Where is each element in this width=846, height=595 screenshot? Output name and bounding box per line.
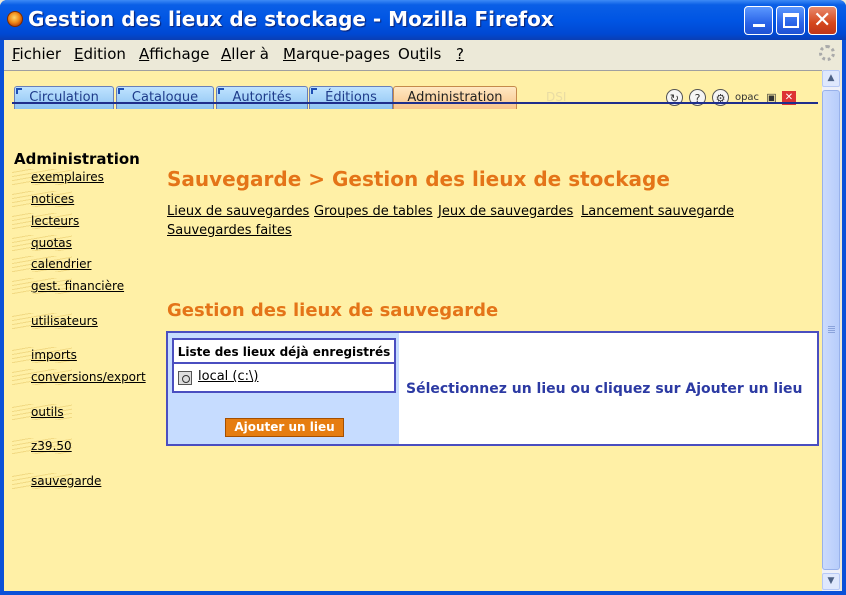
title-bar[interactable]: Gestion des lieux de stockage - Mozilla … (0, 0, 846, 40)
sidebar-item-utilisateurs[interactable]: utilisateurs (31, 314, 98, 328)
scroll-up-button[interactable]: ▲ (822, 70, 840, 87)
add-location-button[interactable]: Ajouter un lieu (225, 418, 344, 437)
browser-window: Gestion des lieux de stockage - Mozilla … (0, 0, 846, 595)
menu-label: Ou (398, 45, 420, 63)
link-lancement-sauvegarde[interactable]: Lancement sauvegarde (581, 204, 734, 219)
sidebar-item-notices[interactable]: notices (31, 192, 74, 206)
menu-label: dition (83, 45, 126, 63)
sidebar-item-sauvegarde[interactable]: sauvegarde (31, 474, 101, 488)
grip-icon (828, 326, 835, 334)
menu-aller-a[interactable]: Aller à (221, 45, 269, 63)
tab-autorites[interactable]: Autorités (216, 86, 308, 109)
window-title: Gestion des lieux de stockage - Mozilla … (28, 7, 554, 31)
scroll-down-button[interactable]: ▼ (822, 573, 840, 590)
menu-bar: Fichier Edition Affichage Aller à Marque… (4, 40, 842, 68)
instruction-message: Sélectionnez un lieu ou cliquez sur Ajou… (406, 381, 803, 397)
menu-outils[interactable]: Outils (398, 45, 441, 63)
locations-list: Liste des lieux déjà enregistrés local (… (172, 338, 396, 393)
menu-label: ils (425, 45, 442, 63)
page-title: Sauvegarde > Gestion des lieux de stocka… (167, 167, 670, 191)
menu-accelerator: ? (456, 45, 464, 63)
maximize-button[interactable] (776, 6, 805, 35)
browser-client: Fichier Edition Affichage Aller à Marque… (4, 40, 842, 591)
link-jeux-de-sauvegardes[interactable]: Jeux de sauvegardes (438, 204, 573, 219)
sidebar-item-quotas[interactable]: quotas (31, 236, 72, 250)
menu-label: ichier (19, 45, 62, 63)
locations-panel: Liste des lieux déjà enregistrés local (… (166, 331, 819, 446)
link-sauvegardes-faites[interactable]: Sauvegardes faites (167, 223, 292, 238)
minimize-button[interactable] (744, 6, 773, 35)
minimize-icon (753, 24, 765, 27)
tab-corner (16, 88, 22, 94)
list-header: Liste des lieux déjà enregistrés (174, 340, 394, 364)
sidebar-item-gest-financiere[interactable]: gest. financière (31, 279, 124, 293)
menu-accelerator: F (12, 45, 20, 63)
sidebar-title: Administration (14, 150, 140, 168)
tabs-divider (12, 102, 818, 104)
tab-editions[interactable]: Éditions (309, 86, 393, 109)
menu-label: ffichage (149, 45, 210, 63)
menu-affichage[interactable]: Affichage (139, 45, 209, 63)
tab-corner (218, 88, 224, 94)
sidebar-item-z3950[interactable]: z39.50 (31, 439, 72, 453)
menu-edition[interactable]: Edition (74, 45, 126, 63)
drive-icon (178, 371, 192, 385)
sidebar-item-conversions-export[interactable]: conversions/export (31, 370, 146, 384)
sidebar-item-calendrier[interactable]: calendrier (31, 257, 91, 271)
section-title: Gestion des lieux de sauvegarde (167, 300, 499, 321)
tab-corner (311, 88, 317, 94)
tab-circulation[interactable]: Circulation (14, 86, 114, 109)
link-groupes-de-tables[interactable]: Groupes de tables (314, 204, 433, 219)
page-content: Circulation Catalogue Autorités Éditions… (4, 70, 822, 591)
locations-list-pane: Liste des lieux déjà enregistrés local (… (168, 333, 399, 444)
menu-fichier[interactable]: Fichier (12, 45, 61, 63)
menu-label: ller à (231, 45, 269, 63)
menu-help[interactable]: ? (456, 45, 464, 63)
close-icon: ✕ (813, 8, 832, 33)
sidebar-item-exemplaires[interactable]: exemplaires (31, 170, 104, 184)
maximize-icon (783, 13, 799, 28)
sidebar-item-outils[interactable]: outils (31, 405, 64, 419)
link-lieux-de-sauvegardes[interactable]: Lieux de sauvegardes (167, 204, 309, 219)
scroll-thumb[interactable] (822, 90, 840, 570)
module-tabs: Circulation Catalogue Autorités Éditions… (4, 77, 822, 109)
sidebar-item-lecteurs[interactable]: lecteurs (31, 214, 79, 228)
menu-label: arque-pages (295, 45, 390, 63)
tab-corner (118, 88, 124, 94)
menu-accelerator: A (139, 45, 150, 63)
location-link[interactable]: local (c:\) (198, 369, 258, 384)
tab-administration[interactable]: Administration (393, 86, 517, 109)
vertical-scrollbar[interactable]: ▲ ▼ (822, 70, 840, 591)
close-window-button[interactable]: ✕ (808, 6, 837, 35)
tab-catalogue[interactable]: Catalogue (116, 86, 214, 109)
menu-marque-pages[interactable]: Marque-pages (283, 45, 390, 63)
throbber-icon (819, 45, 835, 61)
menu-accelerator: A (221, 45, 232, 63)
firefox-icon (7, 11, 23, 27)
menu-accelerator: M (283, 45, 296, 63)
sidebar-item-imports[interactable]: imports (31, 348, 77, 362)
